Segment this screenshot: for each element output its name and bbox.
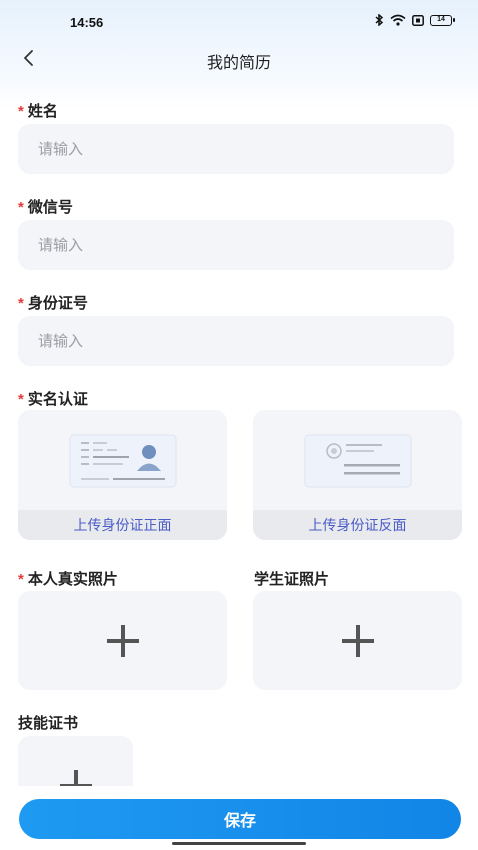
wechat-input[interactable] (18, 220, 454, 270)
plus-icon (106, 624, 139, 657)
wechat-label-text: 微信号 (27, 199, 73, 216)
real-name-label: * 实名认证 (18, 388, 88, 409)
personal-photo-upload[interactable] (18, 591, 227, 690)
wifi-icon (390, 14, 406, 26)
id-card-back-icon (304, 434, 411, 488)
id-card-front-icon (69, 434, 176, 488)
name-label: * 姓名 (18, 100, 58, 121)
save-button[interactable]: 保存 (19, 799, 461, 839)
required-mark: * (18, 571, 24, 588)
personal-photo-label-text: 本人真实照片 (27, 571, 118, 588)
real-name-label-text: 实名认证 (27, 391, 88, 408)
student-photo-label-text: 学生证照片 (254, 571, 330, 588)
required-mark: * (18, 199, 24, 216)
nav-bar: 我的简历 (0, 40, 478, 76)
wechat-label: * 微信号 (18, 196, 73, 217)
name-input-box[interactable] (18, 124, 454, 174)
skill-cert-label-text: 技能证书 (18, 715, 79, 732)
id-number-label: * 身份证号 (18, 292, 88, 313)
name-label-text: 姓名 (27, 103, 58, 120)
page-title: 我的简历 (206, 55, 271, 72)
id-front-caption: 上传身份证正面 (18, 510, 227, 540)
status-bar: 14:56 14 (0, 0, 478, 44)
id-number-label-text: 身份证号 (27, 295, 88, 312)
student-photo-label: 学生证照片 (254, 568, 329, 589)
plus-icon (341, 624, 374, 657)
id-number-input[interactable] (18, 316, 454, 366)
wechat-input-box[interactable] (18, 220, 454, 270)
status-time: 14:56 (70, 15, 104, 30)
bluetooth-icon (375, 14, 384, 26)
status-icons: 14 (374, 14, 455, 26)
id-front-upload[interactable]: 上传身份证正面 (18, 410, 227, 540)
personal-photo-label: * 本人真实照片 (18, 568, 118, 589)
required-mark: * (18, 103, 24, 120)
name-input[interactable] (18, 124, 454, 174)
required-mark: * (18, 295, 24, 312)
skill-cert-label: 技能证书 (18, 712, 78, 733)
required-mark: * (18, 391, 24, 408)
battery-icon: 14 (430, 14, 455, 26)
sim-icon (412, 14, 424, 26)
id-number-input-box[interactable] (18, 316, 454, 366)
student-photo-upload[interactable] (253, 591, 462, 690)
id-back-caption: 上传身份证反面 (253, 510, 462, 540)
id-back-upload[interactable]: 上传身份证反面 (253, 410, 462, 540)
home-indicator (172, 842, 306, 845)
